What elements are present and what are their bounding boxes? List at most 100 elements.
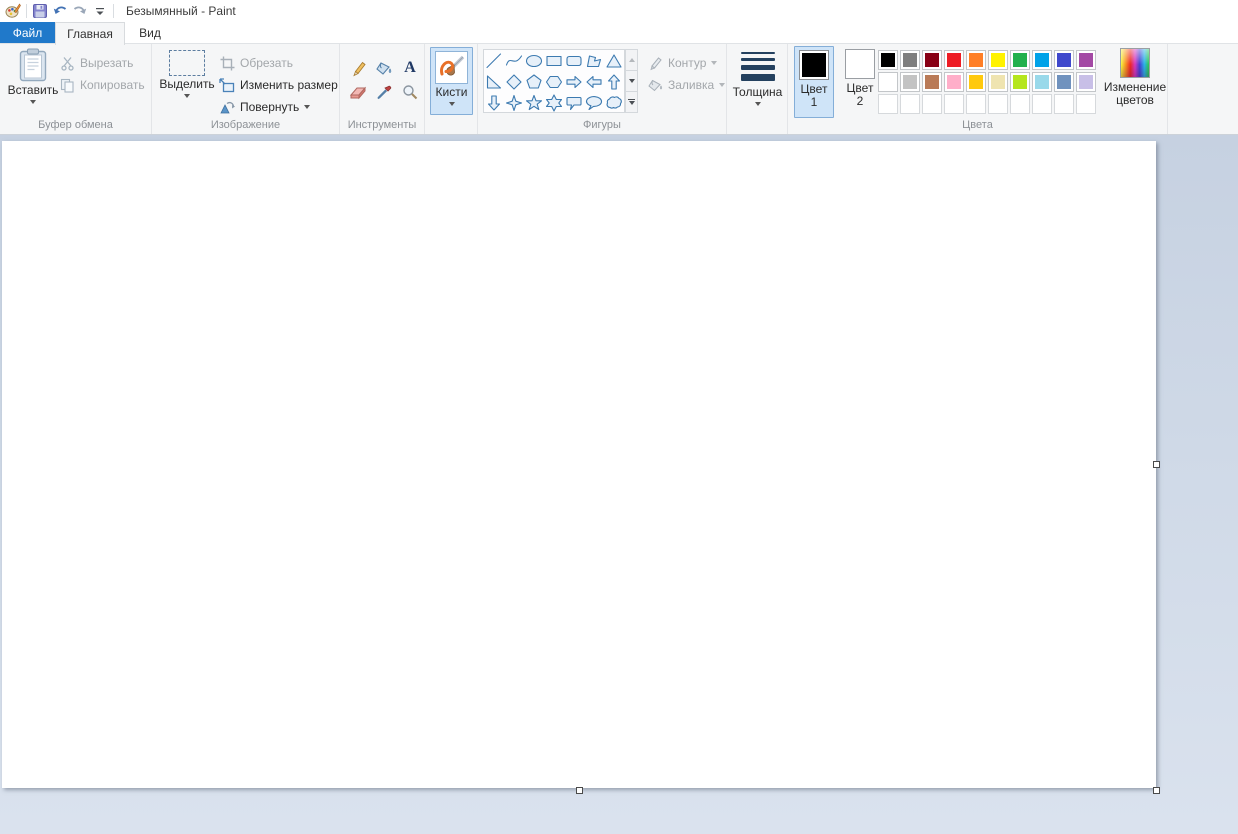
palette-swatch-1-3[interactable] bbox=[944, 50, 964, 70]
palette-swatch-2-4[interactable] bbox=[966, 72, 986, 92]
brush-iconbox bbox=[435, 51, 468, 84]
palette-swatch-2-9[interactable] bbox=[1076, 72, 1096, 92]
shape-arrow-right[interactable] bbox=[564, 71, 584, 92]
shape-star-4[interactable] bbox=[504, 92, 524, 113]
shape-diamond[interactable] bbox=[504, 71, 524, 92]
clipboard-group-label: Буфер обмена bbox=[38, 119, 113, 131]
eraser-icon bbox=[349, 86, 367, 99]
shape-star-5[interactable] bbox=[524, 92, 544, 113]
palette-swatch-1-9[interactable] bbox=[1076, 50, 1096, 70]
tab-file[interactable]: Файл bbox=[0, 22, 55, 43]
paint-logo-icon[interactable] bbox=[3, 1, 23, 21]
palette-swatch-2-1[interactable] bbox=[900, 72, 920, 92]
palette-swatch-1-4[interactable] bbox=[966, 50, 986, 70]
save-button[interactable] bbox=[30, 1, 50, 21]
palette-swatch-1-1[interactable] bbox=[900, 50, 920, 70]
copy-button: Копировать bbox=[58, 75, 145, 95]
group-tools: A Инструменты bbox=[340, 44, 425, 134]
tab-view[interactable]: Вид bbox=[125, 22, 175, 43]
palette-empty-slot bbox=[878, 94, 898, 114]
undo-button[interactable] bbox=[50, 1, 70, 21]
edit-colors-button[interactable]: Изменение цветов bbox=[1104, 48, 1166, 107]
shape-arrow-down[interactable] bbox=[484, 92, 504, 113]
shape-fill-dropdown-arrow bbox=[719, 83, 726, 87]
palette-swatch-1-2[interactable] bbox=[922, 50, 942, 70]
ribbon-empty-space bbox=[1168, 44, 1238, 134]
shape-polygon[interactable] bbox=[584, 50, 604, 71]
color2-label: Цвет 2 bbox=[846, 81, 874, 108]
shape-line[interactable] bbox=[484, 50, 504, 71]
shapes-scroll-down-button[interactable] bbox=[625, 71, 638, 92]
pencil-icon bbox=[352, 61, 366, 76]
shape-curve[interactable] bbox=[504, 50, 524, 71]
shape-callout-rounded[interactable] bbox=[564, 92, 584, 113]
rotate-button[interactable]: Повернуть bbox=[218, 97, 311, 117]
palette-swatch-1-8[interactable] bbox=[1054, 50, 1074, 70]
shape-rounded-rectangle[interactable] bbox=[564, 50, 584, 71]
shape-hexagon[interactable] bbox=[544, 71, 564, 92]
tab-home[interactable]: Главная bbox=[55, 22, 125, 45]
canvas-resize-handle-bottom[interactable] bbox=[576, 787, 583, 794]
shape-arrow-up[interactable] bbox=[604, 71, 624, 92]
size-button[interactable]: Толщина bbox=[733, 48, 782, 106]
palette-swatch-2-5[interactable] bbox=[988, 72, 1008, 92]
select-dropdown-arrow bbox=[184, 94, 190, 98]
shape-right-triangle[interactable] bbox=[484, 71, 504, 92]
magnifier-tool-button[interactable] bbox=[398, 81, 422, 103]
customize-quick-access-icon[interactable] bbox=[90, 1, 110, 21]
scissors-icon bbox=[58, 55, 76, 71]
shape-ellipse[interactable] bbox=[524, 50, 544, 71]
group-colors: Цвет 1 Цвет 2 Изменение цветов Цвета bbox=[788, 44, 1168, 134]
shape-rectangle[interactable] bbox=[544, 50, 564, 71]
palette-swatch-2-7[interactable] bbox=[1032, 72, 1052, 92]
drawing-canvas[interactable] bbox=[2, 141, 1156, 788]
rainbow-gradient-icon bbox=[1120, 48, 1150, 78]
line-thickness-icon bbox=[740, 48, 775, 84]
shape-star-6[interactable] bbox=[544, 92, 564, 113]
canvas-resize-handle-right[interactable] bbox=[1153, 461, 1160, 468]
palette-swatch-1-0[interactable] bbox=[878, 50, 898, 70]
shape-callout-cloud[interactable] bbox=[604, 92, 624, 113]
shape-arrow-left[interactable] bbox=[584, 71, 604, 92]
pencil-tool-button[interactable] bbox=[346, 57, 370, 79]
rotate-dropdown-arrow bbox=[304, 105, 311, 109]
canvas-resize-handle-corner[interactable] bbox=[1153, 787, 1160, 794]
palette-swatch-2-8[interactable] bbox=[1054, 72, 1074, 92]
palette-swatch-1-5[interactable] bbox=[988, 50, 1008, 70]
palette-swatch-2-0[interactable] bbox=[878, 72, 898, 92]
redo-button[interactable] bbox=[70, 1, 90, 21]
palette-swatch-1-6[interactable] bbox=[1010, 50, 1030, 70]
resize-button[interactable]: Изменить размер bbox=[218, 75, 338, 95]
brushes-dropdown-arrow bbox=[448, 102, 455, 106]
brushes-label: Кисти bbox=[435, 85, 468, 99]
text-tool-button[interactable]: A bbox=[398, 57, 422, 79]
palette-swatch-2-2[interactable] bbox=[922, 72, 942, 92]
color1-label: Цвет 1 bbox=[800, 82, 828, 109]
shape-callout-oval[interactable] bbox=[584, 92, 604, 113]
outline-dropdown-arrow bbox=[711, 61, 718, 65]
select-button[interactable]: Выделить bbox=[159, 50, 215, 98]
palette-swatch-2-3[interactable] bbox=[944, 72, 964, 92]
shape-triangle[interactable] bbox=[604, 50, 624, 71]
select-label: Выделить bbox=[159, 77, 215, 91]
resize-label: Изменить размер bbox=[240, 78, 338, 92]
shapes-scroll-up-button[interactable] bbox=[625, 49, 638, 71]
shapes-scrollbar bbox=[625, 49, 638, 113]
shapes-more-button[interactable] bbox=[625, 92, 638, 113]
palette-empty-slot bbox=[1076, 94, 1096, 114]
color-picker-tool-button[interactable] bbox=[372, 81, 396, 103]
rotate-label: Повернуть bbox=[240, 100, 300, 114]
group-size: Толщина bbox=[727, 44, 788, 134]
paste-button[interactable]: Вставить bbox=[8, 48, 58, 104]
brushes-button[interactable]: Кисти bbox=[430, 47, 473, 115]
eraser-tool-button[interactable] bbox=[346, 81, 370, 103]
palette-swatch-2-6[interactable] bbox=[1010, 72, 1030, 92]
color1-button[interactable]: Цвет 1 bbox=[794, 46, 834, 118]
shape-pentagon[interactable] bbox=[524, 71, 544, 92]
palette-swatch-1-7[interactable] bbox=[1032, 50, 1052, 70]
ribbon-tabs: Файл Главная Вид bbox=[0, 22, 1238, 45]
select-icon bbox=[169, 50, 205, 76]
color2-button[interactable]: Цвет 2 bbox=[840, 46, 880, 118]
paste-icon bbox=[19, 48, 47, 82]
fill-with-color-tool-button[interactable] bbox=[372, 57, 396, 79]
